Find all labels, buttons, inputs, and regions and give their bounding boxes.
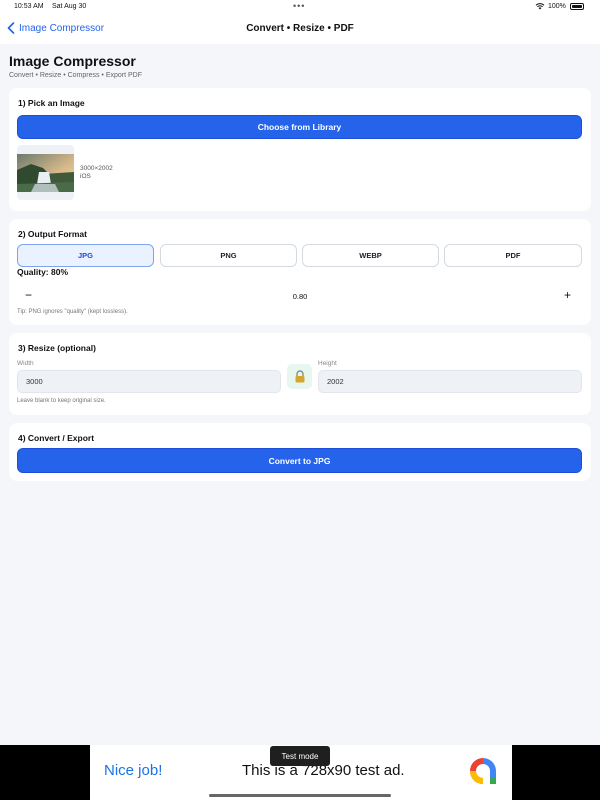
image-source: iOS — [80, 173, 91, 180]
battery-icon — [570, 3, 584, 10]
test-mode-badge: Test mode — [270, 746, 330, 766]
pick-image-title: 1) Pick an Image — [18, 98, 85, 108]
navigation-bar: Image Compressor Convert • Resize • PDF — [0, 14, 600, 44]
page-subtitle: Convert • Resize • Compress • Export PDF — [9, 72, 142, 79]
choose-from-library-button[interactable]: Choose from Library — [17, 115, 582, 139]
wifi-icon — [535, 3, 545, 10]
pick-image-card: 1) Pick an Image Choose from Library 300… — [9, 88, 591, 211]
image-dimensions: 3000×2002 — [80, 165, 113, 172]
image-meta: 3000×2002 iOS — [80, 165, 113, 181]
multitasking-dots-icon[interactable]: ••• — [293, 1, 305, 11]
output-format-card: 2) Output Format JPG PNG WEBP PDF Qualit… — [9, 219, 591, 325]
status-date: Sat Aug 30 — [52, 3, 87, 10]
home-indicator[interactable] — [209, 794, 391, 797]
ad-headline: Nice job! — [104, 762, 163, 779]
status-bar: 10:53 AM Sat Aug 30 ••• 100% — [0, 0, 600, 14]
quality-label: Quality: 80% — [17, 267, 69, 277]
nav-title: Convert • Resize • PDF — [246, 23, 354, 34]
quality-tip: Tip: PNG ignores "quality" (kept lossles… — [17, 309, 128, 315]
format-option-webp[interactable]: WEBP — [302, 244, 439, 267]
lock-icon — [295, 370, 304, 383]
format-option-png[interactable]: PNG — [160, 244, 297, 267]
resize-hint: Leave blank to keep original size. — [17, 398, 106, 404]
height-label: Height — [318, 360, 337, 367]
format-option-pdf[interactable]: PDF — [444, 244, 582, 267]
page-title: Image Compressor — [9, 53, 136, 69]
quality-value: 0.80 — [292, 292, 308, 301]
width-label: Width — [17, 360, 34, 367]
resize-card: 3) Resize (optional) Width 3000 Height 2… — [9, 333, 591, 415]
output-format-title: 2) Output Format — [18, 229, 87, 239]
image-thumbnail[interactable] — [17, 145, 74, 200]
convert-title: 4) Convert / Export — [18, 433, 95, 443]
battery-percent: 100% — [548, 3, 566, 10]
quality-increment-button[interactable]: + — [564, 288, 571, 302]
convert-button[interactable]: Convert to JPG — [17, 448, 582, 473]
aspect-lock-button[interactable] — [287, 364, 312, 389]
resize-title: 3) Resize (optional) — [18, 343, 96, 353]
height-field[interactable]: 2002 — [318, 370, 582, 393]
waterfall-image — [17, 154, 74, 192]
convert-card: 4) Convert / Export Convert to JPG — [9, 423, 591, 481]
ad-logo-icon — [470, 758, 496, 784]
format-option-jpg[interactable]: JPG — [17, 244, 154, 267]
status-time: 10:53 AM — [14, 3, 44, 10]
width-field[interactable]: 3000 — [17, 370, 281, 393]
